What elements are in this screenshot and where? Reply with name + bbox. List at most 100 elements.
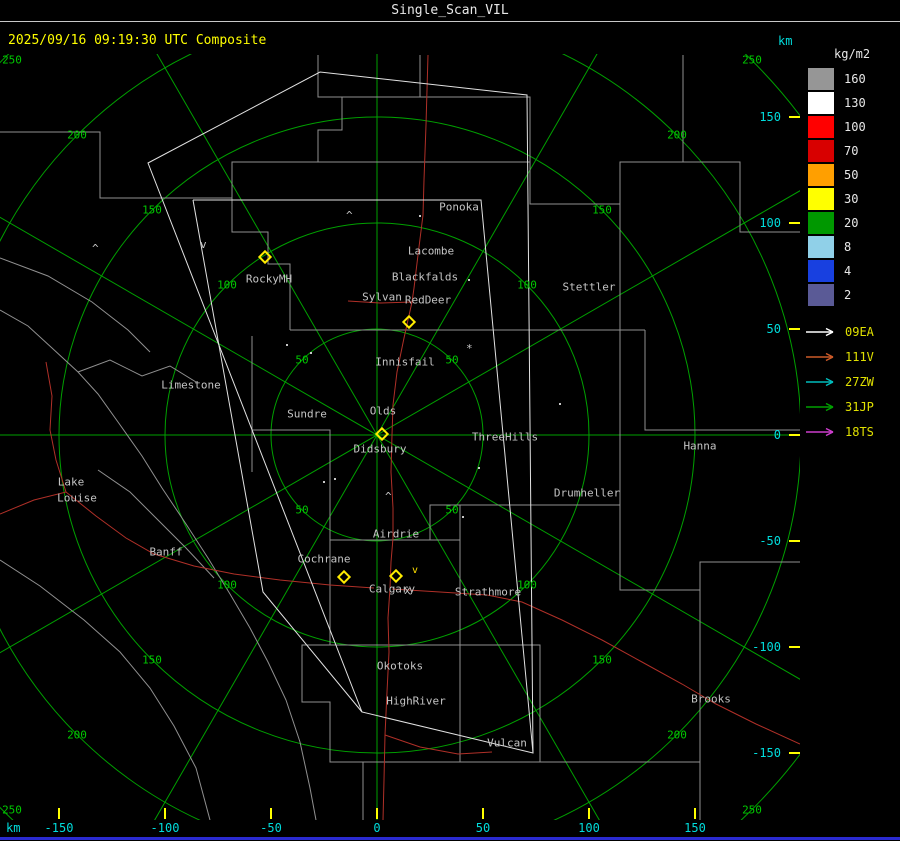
radar-id-label: 18TS: [845, 424, 874, 439]
town-label: Stettler: [562, 280, 616, 294]
km-unit-top-label: km: [778, 34, 793, 48]
right-axis-label: 0: [773, 428, 781, 442]
color-swatch: [808, 164, 834, 186]
town-label: Olds: [369, 404, 397, 418]
color-scale-value: 70: [844, 144, 859, 158]
town-label: Strathmore: [454, 585, 522, 599]
town-label: Sundre: [287, 407, 327, 421]
town-label: Blackfalds: [391, 270, 459, 284]
color-scale-value: 30: [844, 192, 859, 206]
town-label: Brooks: [691, 692, 731, 706]
range-ring-label: 150: [592, 653, 612, 667]
right-axis-label: 50: [766, 322, 781, 336]
color-scale-row: 160: [800, 67, 900, 91]
range-ring-label: 50: [445, 503, 459, 517]
color-swatch: [808, 92, 834, 114]
bottom-axis-label: -50: [260, 821, 282, 835]
town-label: Airdrie: [372, 527, 420, 541]
right-axis-label: 150: [759, 110, 781, 124]
color-scale-row: 130: [800, 91, 900, 115]
radar-site-marker-icon: [336, 569, 352, 585]
right-axis-label: -50: [759, 534, 781, 548]
range-ring-label: 250: [742, 803, 762, 817]
town-label: Okotoks: [376, 659, 424, 673]
town-label: Sylvan: [362, 290, 402, 304]
town-label: Drumheller: [553, 486, 621, 500]
town-label: Innisfail: [375, 355, 435, 369]
timestamp: 2025/09/16 09:19:30 UTC Composite: [8, 33, 267, 48]
bottom-axis-label: 0: [373, 821, 381, 835]
town-label: RockyMH: [245, 272, 293, 286]
range-ring-label: 250: [742, 53, 762, 67]
color-swatch: [808, 68, 834, 90]
radar-legend-row: 18TS: [800, 419, 900, 444]
radar-id-label: 31JP: [845, 399, 874, 414]
town-label: Calgary: [368, 582, 416, 596]
town-label: Didsbury: [353, 442, 407, 456]
right-axis-label: 100: [759, 216, 781, 230]
radar-legend-row: 111V: [800, 344, 900, 369]
radar-legend-row: 31JP: [800, 394, 900, 419]
range-ring-label: 100: [517, 578, 537, 592]
color-scale-row: 70: [800, 139, 900, 163]
bottom-axis-label: -100: [150, 821, 180, 835]
color-scale-value: 160: [844, 72, 866, 86]
town-label: Lake: [57, 475, 85, 489]
color-scale-row: 2: [800, 283, 900, 307]
range-ring-label: 200: [67, 128, 87, 142]
right-axis-label: -150: [752, 746, 781, 760]
bottom-axis-label: -150: [44, 821, 74, 835]
color-scale-value: 100: [844, 120, 866, 134]
color-swatch: [808, 284, 834, 306]
range-ring-label: 50: [295, 503, 309, 517]
town-label: ThreeHills: [471, 430, 539, 444]
town-label: Banff: [149, 545, 183, 559]
radar-track-arrow-icon: [806, 427, 834, 436]
color-swatch: [808, 212, 834, 234]
radar-site-marker-icon: [401, 314, 417, 330]
town-label: HighRiver: [386, 694, 446, 708]
town-label: RedDeer: [404, 293, 452, 307]
town-label: Cochrane: [297, 552, 351, 566]
legend-unit-label: kg/m2: [834, 47, 871, 61]
range-ring-label: 100: [517, 278, 537, 292]
radar-site-marker-icon: [374, 426, 390, 442]
radar-legend-row: 27ZW: [800, 369, 900, 394]
town-label: Lacombe: [407, 244, 455, 258]
bottom-axis-label: 100: [578, 821, 600, 835]
color-swatch: [808, 236, 834, 258]
color-scale-row: 100: [800, 115, 900, 139]
bottom-bar: [0, 837, 900, 840]
bottom-axis-label: 50: [475, 821, 491, 835]
color-swatch: [808, 188, 834, 210]
radar-legend-row: 09EA: [800, 319, 900, 344]
radar-id-label: 09EA: [845, 324, 874, 339]
km-unit-bottom-label: km: [6, 821, 21, 835]
town-label: Louise: [57, 491, 97, 505]
radar-id-label: 27ZW: [845, 374, 874, 389]
color-scale-value: 4: [844, 264, 852, 278]
legend-panel: kg/m2 160 130 100 70 50 30 20 8 4 2 09EA…: [800, 23, 900, 833]
radar-map[interactable]: Ponoka Lacombe Blackfalds Sylvan RedDeer…: [0, 0, 900, 841]
window-title: Single_Scan_VIL: [391, 3, 509, 18]
radar-id-label: 111V: [845, 349, 874, 364]
color-scale-row: 50: [800, 163, 900, 187]
titlebar: Single_Scan_VIL: [0, 0, 900, 22]
radar-track-arrow-icon: [806, 377, 834, 386]
range-ring-label: 50: [445, 353, 459, 367]
range-ring-label: 100: [217, 278, 237, 292]
color-scale-value: 8: [844, 240, 852, 254]
radar-track-arrow-icon: [806, 402, 834, 411]
color-swatch: [808, 260, 834, 282]
range-ring-label: 250: [2, 53, 22, 67]
radar-id-legend: 09EA 111V 27ZW 31JP 18TS: [800, 319, 900, 444]
range-ring-label: 100: [217, 578, 237, 592]
color-scale: 160 130 100 70 50 30 20 8 4 2: [800, 67, 900, 307]
town-label: Hanna: [683, 439, 717, 453]
town-label: Ponoka: [439, 200, 479, 214]
color-scale-row: 4: [800, 259, 900, 283]
range-ring-label: 250: [2, 803, 22, 817]
bottom-axis-label: 150: [684, 821, 706, 835]
range-ring-label: 200: [667, 728, 687, 742]
radar-app: * ^ ^ ^ v x v Single_Scan_VIL 2025/09/16…: [0, 0, 900, 841]
